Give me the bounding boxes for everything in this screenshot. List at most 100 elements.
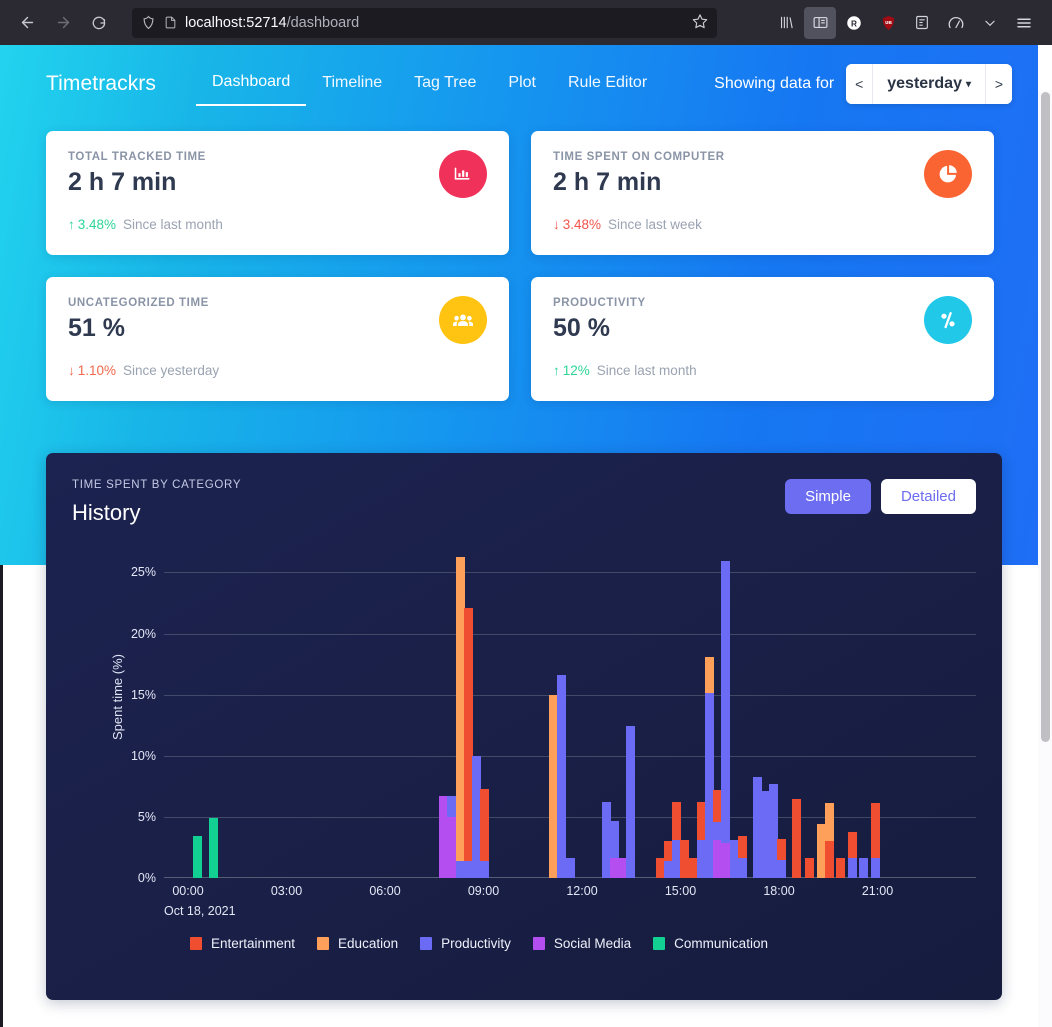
chart-bars: [164, 548, 976, 878]
bar-segment: [565, 858, 575, 878]
y-axis-tick: 5%: [137, 809, 156, 824]
legend-item[interactable]: Education: [317, 936, 398, 951]
browser-toolbar: localhost:52714/dashboard R ᴜʙ: [0, 0, 1052, 45]
stat-delta: ↓ 1.10%: [68, 363, 116, 378]
browser-extensions-area: R ᴜʙ: [770, 6, 1042, 39]
bar-segment: [209, 818, 219, 878]
bar-column[interactable]: [824, 803, 834, 878]
bar-segment: [480, 788, 490, 861]
reload-button[interactable]: [82, 7, 116, 39]
bar-column[interactable]: [870, 803, 880, 878]
bar-column[interactable]: [836, 858, 846, 878]
y-axis-tick: 10%: [130, 748, 156, 763]
chart-legend: Entertainment Education Productivity Social…: [190, 936, 768, 951]
arrow-down-icon: ↓: [68, 363, 75, 378]
x-axis-tick: 12:00: [566, 884, 598, 898]
stat-card-uncategorized-time: UNCATEGORIZED TIME 51 % ↓ 1.10% Since ye…: [46, 277, 509, 401]
bar-segment: [870, 858, 880, 878]
app-brand[interactable]: Timetrackrs: [46, 72, 156, 96]
legend-item[interactable]: Productivity: [420, 936, 511, 951]
raindrop-extension-icon[interactable]: R: [838, 7, 870, 39]
legend-swatch: [190, 937, 202, 950]
bar-column[interactable]: [557, 675, 567, 878]
legend-label: Social Media: [553, 936, 632, 951]
star-icon[interactable]: [692, 13, 708, 33]
bar-column[interactable]: [792, 798, 802, 878]
users-icon: [439, 296, 487, 344]
legend-swatch: [653, 937, 666, 950]
bar-column[interactable]: [859, 858, 869, 878]
chevron-down-icon[interactable]: [974, 7, 1006, 39]
legend-label: Productivity: [441, 936, 511, 951]
legend-item[interactable]: Social Media: [532, 936, 632, 951]
pie-chart-icon: [924, 150, 972, 198]
hamburger-menu-icon[interactable]: [1008, 7, 1040, 39]
y-axis-tick: 25%: [130, 565, 156, 580]
bar-segment: [847, 858, 857, 878]
date-prev-button[interactable]: <: [846, 64, 873, 104]
url-host: localhost:52714: [185, 14, 287, 31]
nav-item-dashboard[interactable]: Dashboard: [196, 63, 307, 106]
bar-column[interactable]: [480, 788, 490, 878]
arrow-up-icon: ↑: [68, 217, 75, 232]
bar-column[interactable]: [192, 836, 202, 878]
nav-item-rule-editor[interactable]: Rule Editor: [552, 64, 663, 105]
legend-item[interactable]: Entertainment: [190, 936, 295, 951]
bar-segment: [824, 841, 834, 878]
legend-item[interactable]: Communication: [653, 936, 768, 951]
nav-item-tag-tree[interactable]: Tag Tree: [398, 64, 492, 105]
bar-column[interactable]: [805, 858, 815, 878]
stat-since: Since last month: [123, 217, 223, 232]
bar-segment: [824, 803, 834, 842]
bar-column[interactable]: [721, 561, 731, 878]
bar-column[interactable]: [737, 836, 747, 878]
url-text[interactable]: localhost:52714/dashboard: [185, 15, 684, 31]
bar-segment: [792, 798, 802, 878]
app-navbar: Timetrackrs Dashboard Timeline Tag Tree …: [0, 45, 1038, 123]
chart-view-toggle: Simple Detailed: [785, 479, 976, 514]
reader-extension-icon[interactable]: [906, 7, 938, 39]
ublock-origin-icon[interactable]: ᴜʙ: [872, 7, 904, 39]
stat-footer: ↑ 12% Since last month: [553, 363, 972, 378]
bar-column[interactable]: [777, 838, 787, 878]
percent-icon: [924, 296, 972, 344]
date-value-dropdown[interactable]: yesterday ▾: [872, 64, 986, 104]
back-button[interactable]: [10, 7, 44, 39]
stat-value: 50 %: [553, 314, 610, 342]
page-icon: [164, 15, 177, 30]
shield-icon: [141, 15, 156, 30]
page-scrollbar[interactable]: [1038, 90, 1052, 1027]
stat-footer: ↓ 1.10% Since yesterday: [68, 363, 487, 378]
y-axis-tick: 15%: [130, 687, 156, 702]
address-bar[interactable]: localhost:52714/dashboard: [132, 7, 717, 38]
nav-item-plot[interactable]: Plot: [492, 64, 552, 105]
scrollbar-thumb[interactable]: [1041, 92, 1050, 742]
legend-swatch: [317, 937, 330, 950]
x-axis-tick: 15:00: [664, 884, 697, 898]
bar-column[interactable]: [209, 818, 219, 878]
stat-delta-value: 1.10%: [77, 363, 117, 378]
bar-segment: [870, 803, 880, 859]
legend-label: Communication: [674, 936, 768, 951]
stat-delta-value: 12%: [562, 363, 590, 378]
toggle-simple-button[interactable]: Simple: [785, 479, 871, 514]
sidebar-toggle-icon[interactable]: [804, 6, 836, 39]
date-next-button[interactable]: >: [986, 64, 1012, 104]
forward-button[interactable]: [46, 7, 80, 39]
stat-delta: ↑ 12%: [553, 363, 590, 378]
bar-column[interactable]: [626, 726, 636, 878]
nav-item-timeline[interactable]: Timeline: [306, 64, 398, 105]
legend-label: Education: [338, 936, 399, 951]
bar-column[interactable]: [847, 831, 857, 878]
chart-title: History: [72, 500, 141, 525]
stat-value: 2 h 7 min: [68, 168, 177, 196]
toggle-detailed-button[interactable]: Detailed: [880, 479, 976, 514]
bar-segment: [480, 860, 490, 878]
x-axis-tick: 18:00: [763, 884, 795, 898]
x-axis-ticks: 00:00 03:00 06:00 09:00 12:00 15:00 18:00 21:00: [164, 884, 976, 904]
speedometer-extension-icon[interactable]: [940, 7, 972, 39]
x-axis-tick: 09:00: [467, 884, 500, 898]
library-icon[interactable]: [770, 7, 802, 39]
bar-column[interactable]: [565, 858, 575, 878]
date-value-text: yesterday: [887, 75, 962, 92]
